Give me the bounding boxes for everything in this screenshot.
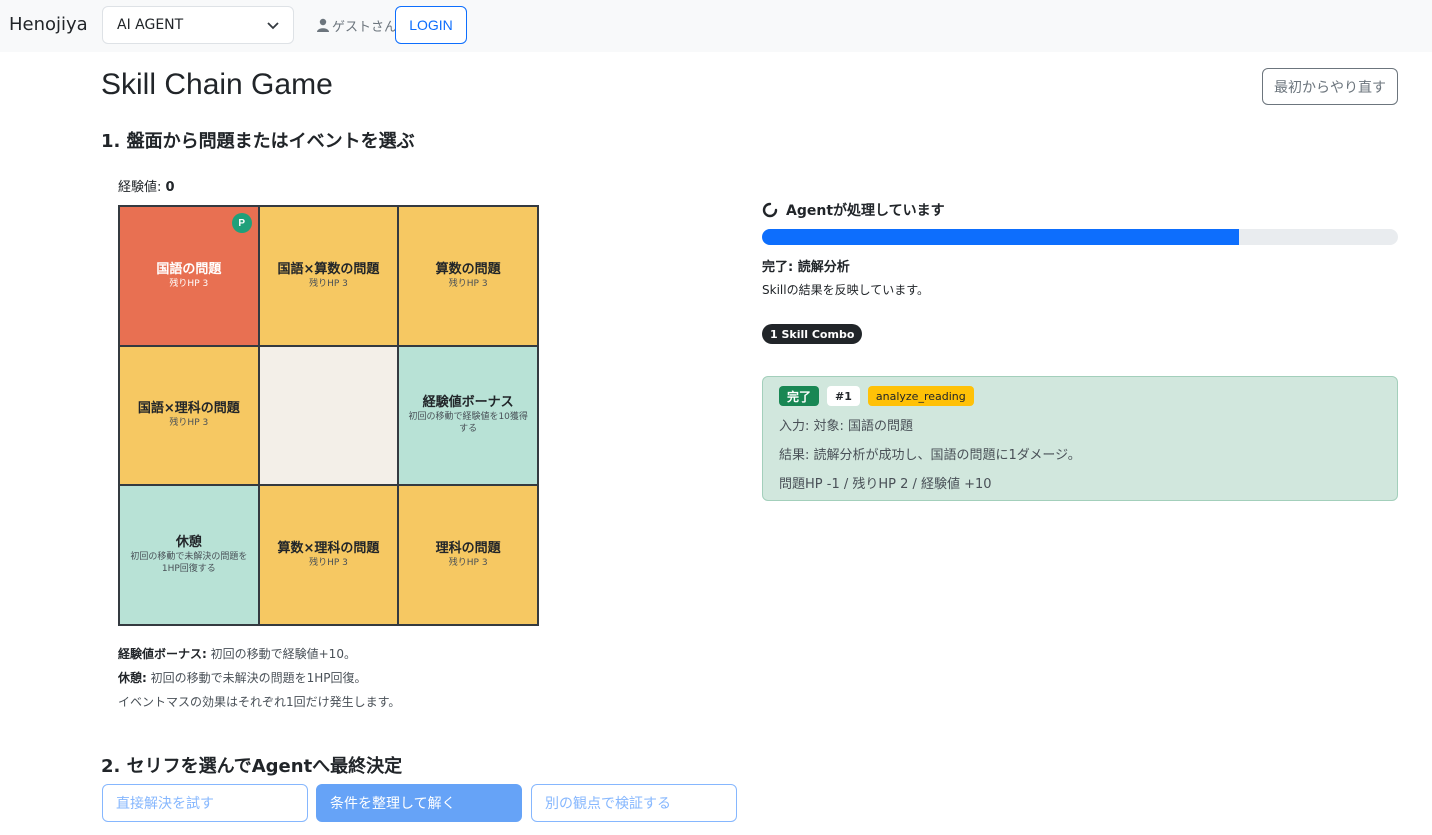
cell-title: 理科の問題 bbox=[435, 541, 501, 557]
done-description: Skillの結果を反映しています。 bbox=[762, 283, 930, 297]
legend-note: イベントマスの効果はそれぞれ1回だけ発生します。 bbox=[118, 695, 401, 709]
board-cell[interactable]: 算数×理科の問題 残りHP 3 bbox=[259, 486, 398, 624]
game-board: 国語の問題 残りHP 3 P 国語×算数の問題 残りHP 3 算数の問題 残りH… bbox=[118, 205, 539, 626]
restart-button[interactable]: 最初からやり直す bbox=[1262, 68, 1398, 105]
cell-sub: 残りHP 3 bbox=[169, 418, 209, 429]
legend-bonus-text: 初回の移動で経験値+10。 bbox=[206, 647, 356, 661]
progress-bar bbox=[762, 229, 1398, 245]
login-button[interactable]: LOGIN bbox=[395, 6, 467, 44]
section2-title: 2. セリフを選んでAgentへ最終決定 bbox=[101, 756, 403, 777]
agent-select[interactable]: AI AGENT bbox=[102, 6, 294, 44]
agent-status: Agentが処理しています bbox=[762, 200, 945, 220]
board-cell[interactable]: 算数の問題 残りHP 3 bbox=[399, 207, 537, 345]
agent-status-text: Agentが処理しています bbox=[786, 203, 945, 219]
event-legend: 経験値ボーナス: 初回の移動で経験値+10。 休憩: 初回の移動で未解決の問題を… bbox=[118, 642, 400, 714]
result-badges: 完了 #1 analyze_reading bbox=[779, 386, 974, 406]
cell-title: 算数の問題 bbox=[435, 261, 501, 277]
index-badge: #1 bbox=[827, 386, 860, 406]
chevron-down-icon bbox=[267, 22, 279, 30]
done-label: 完了: 読解分析 bbox=[762, 260, 850, 275]
cell-title: 国語の問題 bbox=[156, 261, 222, 277]
legend-rest-label: 休憩: bbox=[118, 671, 147, 685]
cell-title: 算数×理科の問題 bbox=[277, 541, 380, 557]
result-stats: 問題HP -1 / 残りHP 2 / 経験値 +10 bbox=[779, 477, 992, 492]
board-cell bbox=[259, 346, 398, 485]
result-card: 完了 #1 analyze_reading 入力: 対象: 国語の問題 結果: … bbox=[762, 376, 1398, 501]
board-cell[interactable]: 国語×理科の問題 残りHP 3 bbox=[120, 346, 258, 485]
skill-badge: analyze_reading bbox=[867, 386, 974, 406]
cell-sub: 残りHP 3 bbox=[169, 278, 209, 289]
board-cell[interactable]: 経験値ボーナス 初回の移動で経験値を10獲得する bbox=[399, 346, 537, 485]
cell-sub: 初回の移動で経験値を10獲得する bbox=[408, 412, 528, 435]
cell-sub: 初回の移動で未解決の問題を1HP回復する bbox=[130, 552, 248, 575]
result-outcome: 結果: 読解分析が成功し、国語の問題に1ダメージ。 bbox=[779, 448, 1081, 463]
navbar: Henojiya AI AGENT ゲストさん LOGIN bbox=[0, 0, 1432, 52]
legend-bonus: 経験値ボーナス: 初回の移動で経験値+10。 bbox=[118, 642, 400, 666]
cell-sub: 残りHP 3 bbox=[448, 558, 488, 569]
choice-button[interactable]: 条件を整理して解く bbox=[316, 784, 522, 822]
legend-rest-text: 初回の移動で未解決の問題を1HP回復。 bbox=[146, 671, 367, 685]
legend-bonus-label: 経験値ボーナス: bbox=[118, 647, 207, 661]
cell-sub: 残りHP 3 bbox=[448, 278, 488, 289]
experience-value: 0 bbox=[165, 180, 175, 195]
cell-title: 国語×理科の問題 bbox=[137, 401, 240, 417]
user-label: ゲストさん bbox=[317, 15, 397, 35]
cell-sub: 残りHP 3 bbox=[309, 558, 348, 569]
choice-button[interactable]: 直接解決を試す bbox=[102, 784, 308, 822]
player-marker: P bbox=[231, 213, 252, 233]
cell-title: 国語×算数の問題 bbox=[277, 261, 380, 277]
board-cell[interactable]: 休憩 初回の移動で未解決の問題を1HP回復する bbox=[120, 486, 258, 624]
experience-display: 経験値: 0 bbox=[118, 176, 175, 195]
board-cell[interactable]: 国語×算数の問題 残りHP 3 bbox=[259, 207, 398, 345]
combo-badge: 1 Skill Combo bbox=[762, 324, 863, 344]
section1-title: 1. 盤面から問題またはイベントを選ぶ bbox=[101, 131, 415, 152]
result-input: 入力: 対象: 国語の問題 bbox=[779, 419, 914, 434]
user-name: ゲストさん bbox=[332, 19, 398, 35]
legend-rest: 休憩: 初回の移動で未解決の問題を1HP回復。 bbox=[118, 666, 400, 690]
brand-logo[interactable]: Henojiya bbox=[9, 14, 88, 35]
spinner-icon bbox=[762, 202, 778, 218]
experience-label: 経験値: bbox=[118, 180, 162, 195]
choice-button[interactable]: 別の観点で検証する bbox=[531, 784, 737, 822]
board-cell[interactable]: 理科の問題 残りHP 3 bbox=[399, 486, 537, 624]
cell-title: 経験値ボーナス bbox=[422, 395, 514, 411]
cell-sub: 残りHP 3 bbox=[309, 278, 348, 289]
cell-title: 休憩 bbox=[175, 535, 202, 551]
page-title: Skill Chain Game bbox=[101, 68, 333, 101]
progress-bar-fill bbox=[762, 229, 1239, 245]
status-badge: 完了 bbox=[779, 386, 820, 406]
agent-select-value: AI AGENT bbox=[117, 17, 184, 33]
board-cell[interactable]: 国語の問題 残りHP 3 P bbox=[120, 207, 258, 345]
user-icon bbox=[317, 18, 329, 32]
